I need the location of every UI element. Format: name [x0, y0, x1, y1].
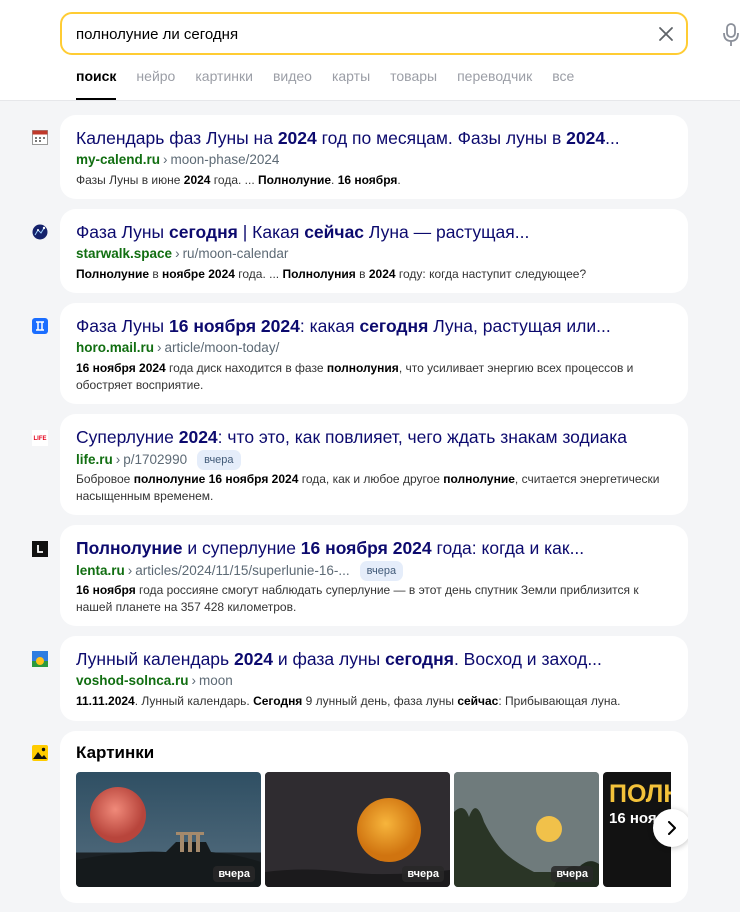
result-title-link[interactable]: Фаза Луны сегодня | Какая сейчас Луна — … — [76, 221, 676, 243]
image-thumbnails: вчера вчера вчера ПОЛН 16 ноя — [76, 772, 671, 887]
search-result: Суперлуние 2024: что это, как повлияет, … — [60, 414, 688, 515]
result-snippet: Полнолуние в ноябре 2024 года. ... Полно… — [76, 267, 587, 281]
search-result: Календарь фаз Луны на 2024 год по месяца… — [60, 115, 688, 199]
thumbnail-date-badge: вчера — [551, 866, 593, 882]
search-tabs: поиск нейро картинки видео карты товары … — [76, 68, 594, 100]
tab-search[interactable]: поиск — [76, 68, 117, 100]
result-url[interactable]: starwalk.space › ru/moon-calendar — [76, 245, 288, 263]
close-icon — [659, 27, 673, 41]
tab-products[interactable]: товары — [390, 68, 437, 100]
result-url[interactable]: horo.mail.ru › article/moon-today/ — [76, 339, 279, 357]
image-thumbnail[interactable]: вчера — [265, 772, 450, 887]
thumbnail-date-badge: вчера — [402, 866, 444, 882]
life-logo-icon: LIFE — [32, 430, 48, 446]
images-block-title[interactable]: Картинки — [76, 743, 154, 763]
svg-text:LIFE: LIFE — [34, 436, 47, 442]
starwalk-icon — [32, 224, 48, 240]
thumbnail-text: 16 ноя — [609, 810, 657, 827]
header: поиск нейро картинки видео карты товары … — [0, 0, 740, 101]
tab-neuro[interactable]: нейро — [136, 68, 175, 100]
tab-video[interactable]: видео — [273, 68, 312, 100]
tab-all[interactable]: все — [552, 68, 574, 100]
thumbnail-text: ПОЛН — [609, 780, 671, 808]
tab-images[interactable]: картинки — [195, 68, 253, 100]
result-snippet: Фазы Луны в июне 2024 года. ... Полнолун… — [76, 173, 401, 187]
search-result: Фаза Луны сегодня | Какая сейчас Луна — … — [60, 209, 688, 293]
result-url[interactable]: lenta.ru › articles/2024/11/15/superlunie-… — [76, 561, 404, 581]
result-url[interactable]: my-calend.ru › moon-phase/2024 — [76, 151, 279, 169]
result-title-link[interactable]: Лунный календарь 2024 и фаза луны сегодн… — [76, 648, 676, 670]
result-snippet: Бобровое полнолуние 16 ноября 2024 года,… — [76, 472, 660, 503]
images-block: Картинки вчера вчера вчера ПОЛ 16 ноя — [60, 731, 688, 903]
search-result: Полнолуние и суперлуние 16 ноября 2024 г… — [60, 525, 688, 626]
search-input[interactable] — [76, 23, 636, 45]
result-title-link[interactable]: Фаза Луны 16 ноября 2024: какая сегодня … — [76, 315, 676, 337]
result-url[interactable]: life.ru › p/1702990 вчера — [76, 450, 241, 470]
tab-maps[interactable]: карты — [332, 68, 370, 100]
search-result: Фаза Луны 16 ноября 2024: какая сегодня … — [60, 303, 688, 404]
gemini-icon — [32, 318, 48, 334]
result-title-link[interactable]: Календарь фаз Луны на 2024 год по месяца… — [76, 127, 676, 149]
tab-translator[interactable]: переводчик — [457, 68, 532, 100]
result-snippet: 16 ноября года россияне смогут наблюдать… — [76, 583, 639, 614]
result-snippet: 16 ноября 2024 года диск находится в фаз… — [76, 361, 634, 392]
date-badge: вчера — [359, 561, 404, 581]
search-box[interactable] — [60, 12, 688, 55]
thumbnail-date-badge: вчера — [213, 866, 255, 882]
sunrise-icon — [32, 651, 48, 667]
lenta-logo-icon — [32, 541, 48, 557]
search-result: Лунный календарь 2024 и фаза луны сегодн… — [60, 636, 688, 721]
image-thumbnail[interactable]: вчера — [76, 772, 261, 887]
image-thumbnail[interactable]: вчера — [454, 772, 599, 887]
result-title-link[interactable]: Суперлуние 2024: что это, как повлияет, … — [76, 426, 676, 448]
voice-search-button[interactable] — [722, 22, 740, 48]
microphone-icon — [723, 23, 739, 46]
images-icon — [32, 745, 48, 761]
chevron-right-icon — [668, 821, 676, 835]
images-next-button[interactable] — [653, 809, 688, 847]
clear-search-button[interactable] — [656, 24, 676, 44]
calendar-icon — [32, 130, 48, 145]
result-title-link[interactable]: Полнолуние и суперлуние 16 ноября 2024 г… — [76, 537, 676, 559]
date-badge: вчера — [197, 450, 241, 470]
result-url[interactable]: voshod-solnca.ru › moon — [76, 672, 233, 690]
result-snippet: 11.11.2024. Лунный календарь. Сегодня 9 … — [76, 694, 621, 708]
